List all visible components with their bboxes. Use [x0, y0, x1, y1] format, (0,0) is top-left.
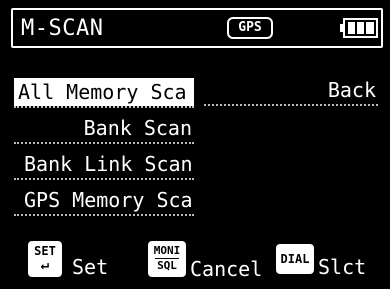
cancel-softkey-label: Cancel: [190, 257, 263, 281]
divider: [204, 104, 378, 106]
menu-item-label: Bank Scan: [83, 116, 192, 140]
sql-key-text: SQL: [155, 258, 179, 272]
menu-item-label: All Memory Sca: [18, 80, 187, 104]
moni-sql-key-icon: MONI SQL: [148, 241, 186, 277]
menu-item-label: GPS Memory Sca: [24, 188, 193, 212]
menu-item-all-memory-scan[interactable]: All Memory Sca: [14, 78, 194, 106]
menu-item-bank-scan[interactable]: Bank Scan: [14, 114, 194, 142]
menu-item-gps-memory-scan[interactable]: GPS Memory Sca: [14, 186, 194, 214]
dial-key-icon: DIAL: [276, 244, 314, 274]
gps-status-badge: GPS: [227, 17, 273, 39]
screen-title: M-SCAN: [21, 16, 104, 41]
set-softkey-label: Set: [72, 255, 109, 279]
divider: [14, 178, 194, 180]
back-button[interactable]: Back: [204, 76, 378, 104]
divider: [14, 142, 194, 144]
moni-key-text: MONI: [153, 244, 181, 257]
set-key-text: SET: [34, 244, 56, 258]
return-arrow-icon: ↵: [40, 257, 50, 273]
select-softkey-label: Slct: [318, 255, 367, 279]
divider: [14, 214, 194, 216]
set-key-icon: SET ↵: [28, 241, 62, 277]
battery-full-icon: [340, 18, 378, 38]
title-bar: M-SCAN GPS: [11, 8, 383, 48]
divider: [14, 106, 194, 108]
back-label: Back: [327, 78, 376, 102]
menu-item-bank-link-scan[interactable]: Bank Link Scan: [14, 150, 194, 178]
radio-display: M-SCAN GPS All Memory Sca Bank Scan Bank…: [0, 0, 390, 289]
menu-item-label: Bank Link Scan: [24, 152, 193, 176]
